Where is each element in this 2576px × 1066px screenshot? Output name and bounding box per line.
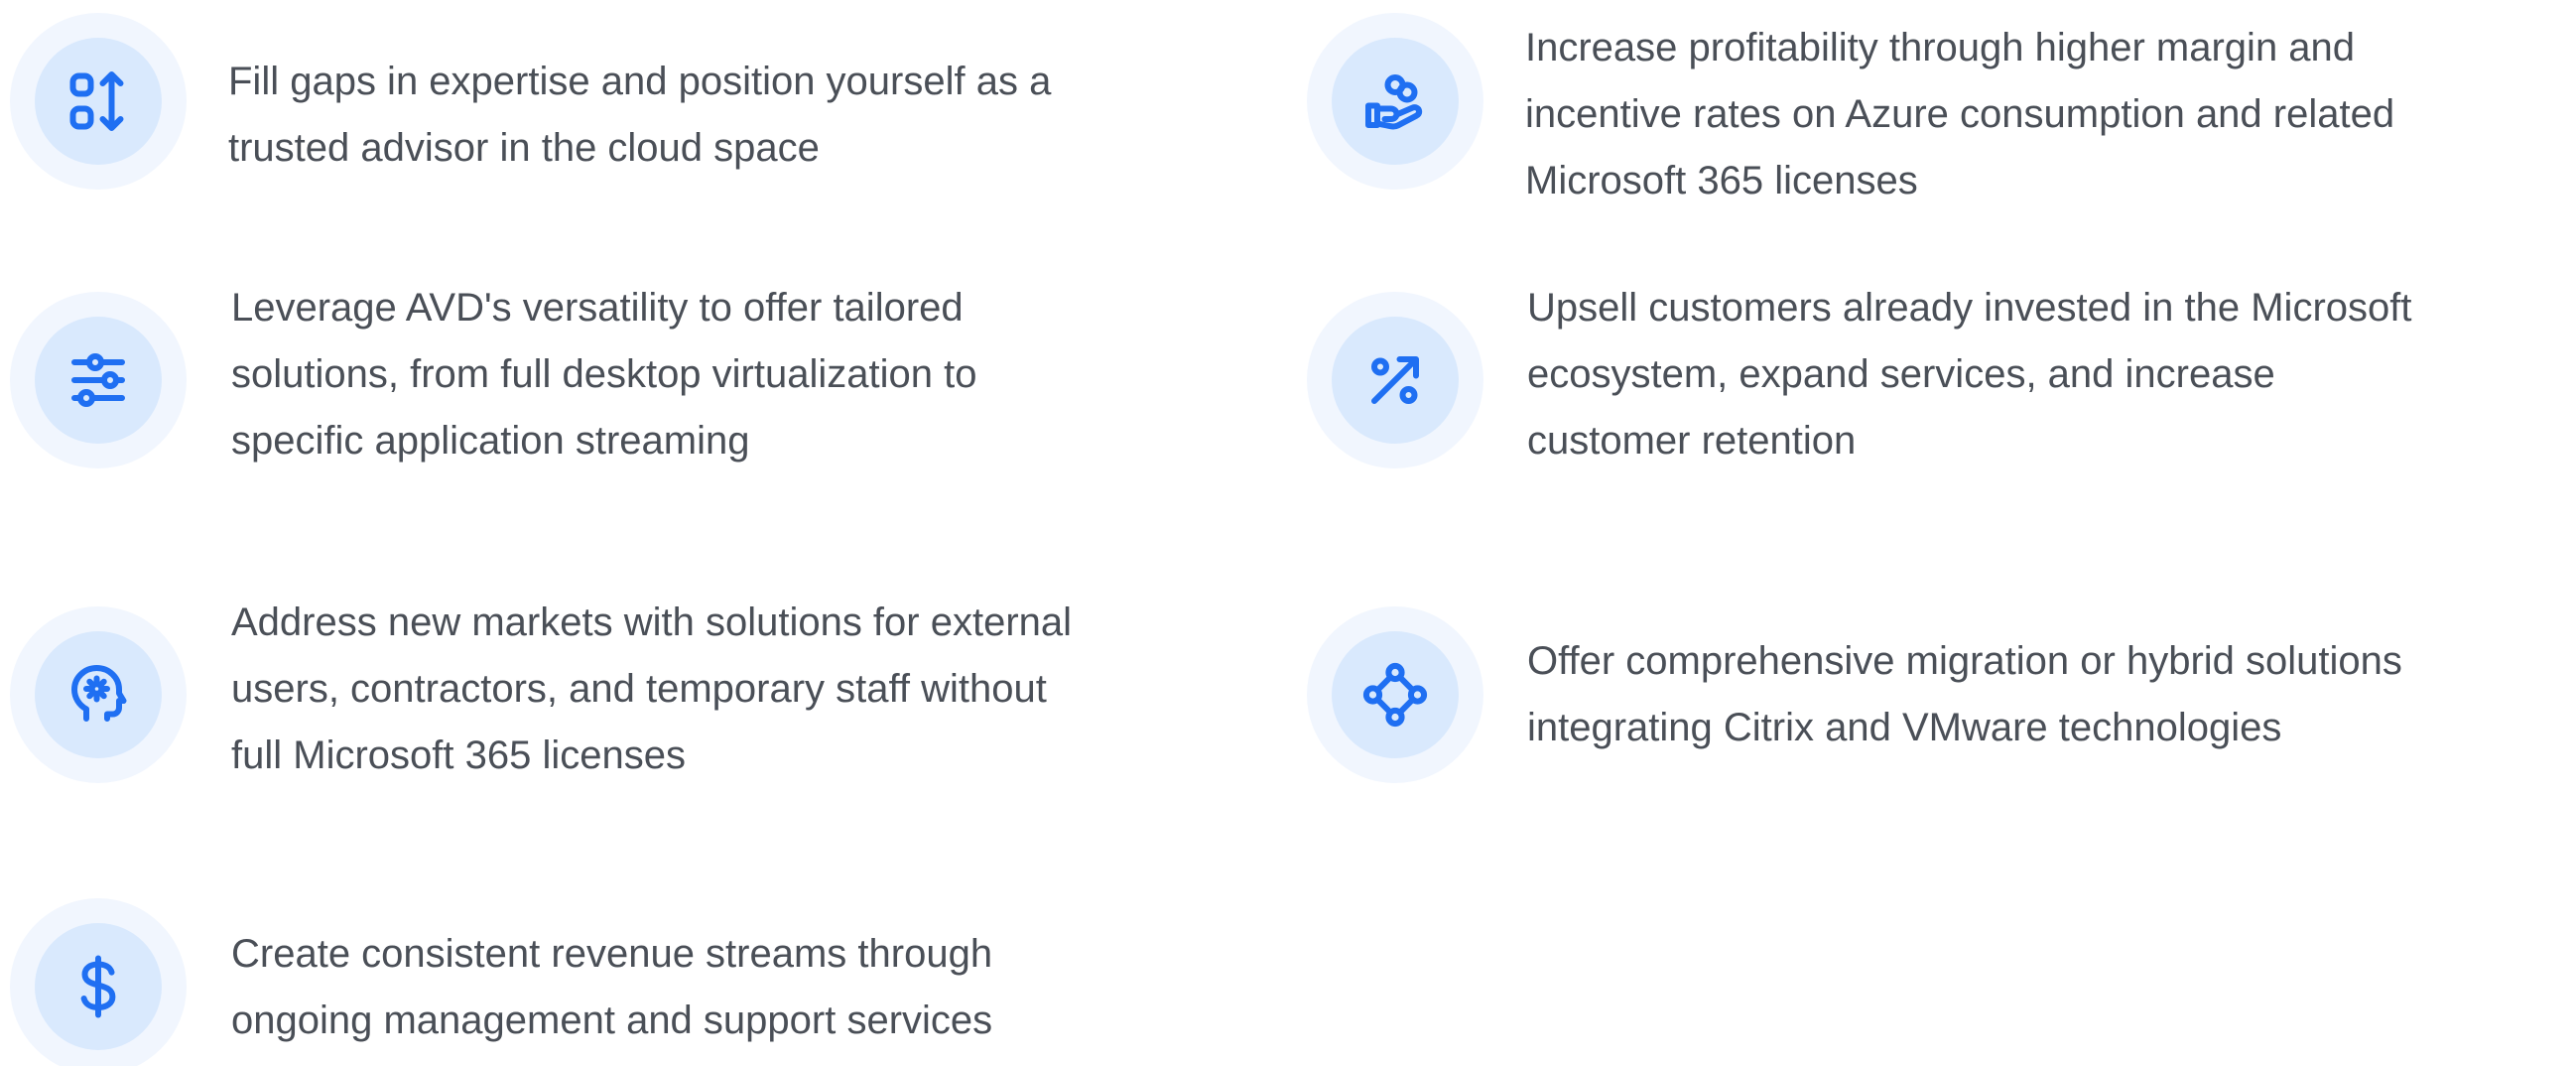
icon-badge (10, 606, 187, 783)
sliders-icon (35, 317, 162, 444)
hand-coins-icon (1332, 38, 1459, 165)
icon-badge (1307, 13, 1483, 190)
feature-text-line: Increase profitability through higher ma… (1525, 26, 2356, 69)
percent-trend-icon (1332, 317, 1459, 444)
feature-text-line: Create consistent revenue streams throug… (231, 932, 993, 976)
feature-text-line: full Microsoft 365 licenses (231, 733, 686, 777)
feature-text-line: Leverage AVD's versatility to offer tail… (231, 286, 964, 330)
feature-text-line: ongoing management and support services (231, 999, 993, 1042)
feature-text: Fill gaps in expertise and position your… (228, 49, 1051, 182)
feature-text-line: Address new markets with solutions for e… (231, 600, 1073, 644)
expand-vertical-icon (35, 38, 162, 165)
feature-text: Increase profitability through higher ma… (1525, 15, 2394, 214)
feature-text-line: Microsoft 365 licenses (1525, 159, 1918, 202)
feature-text-line: Offer comprehensive migration or hybrid … (1527, 639, 2402, 683)
dollar-icon (35, 923, 162, 1050)
feature-text-line: Upsell customers already invested in the… (1527, 286, 2412, 330)
icon-badge (1307, 292, 1483, 468)
feature-text-line: integrating Citrix and VMware technologi… (1527, 706, 2282, 749)
feature-text-line: solutions, from full desktop virtualizat… (231, 352, 977, 396)
icon-badge (10, 13, 187, 190)
brain-gear-icon (35, 631, 162, 758)
feature-text-line: Fill gaps in expertise and position your… (228, 60, 1052, 103)
icon-badge (1307, 606, 1483, 783)
feature-text-line: specific application streaming (231, 419, 750, 463)
feature-text-line: users, contractors, and temporary staff … (231, 667, 1047, 711)
feature-text: Upsell customers already invested in the… (1527, 275, 2411, 474)
feature-text: Offer comprehensive migration or hybrid … (1527, 628, 2402, 761)
feature-text-line: trusted advisor in the cloud space (228, 126, 820, 170)
feature-text: Address new markets with solutions for e… (231, 590, 1072, 789)
feature-text-line: incentive rates on Azure consumption and… (1525, 92, 2395, 136)
network-nodes-icon (1332, 631, 1459, 758)
feature-text: Leverage AVD's versatility to offer tail… (231, 275, 976, 474)
feature-text-line: customer retention (1527, 419, 1857, 463)
icon-badge (10, 898, 187, 1066)
feature-text: Create consistent revenue streams throug… (231, 921, 992, 1054)
icon-badge (10, 292, 187, 468)
feature-text-line: ecosystem, expand services, and increase (1527, 352, 2275, 396)
